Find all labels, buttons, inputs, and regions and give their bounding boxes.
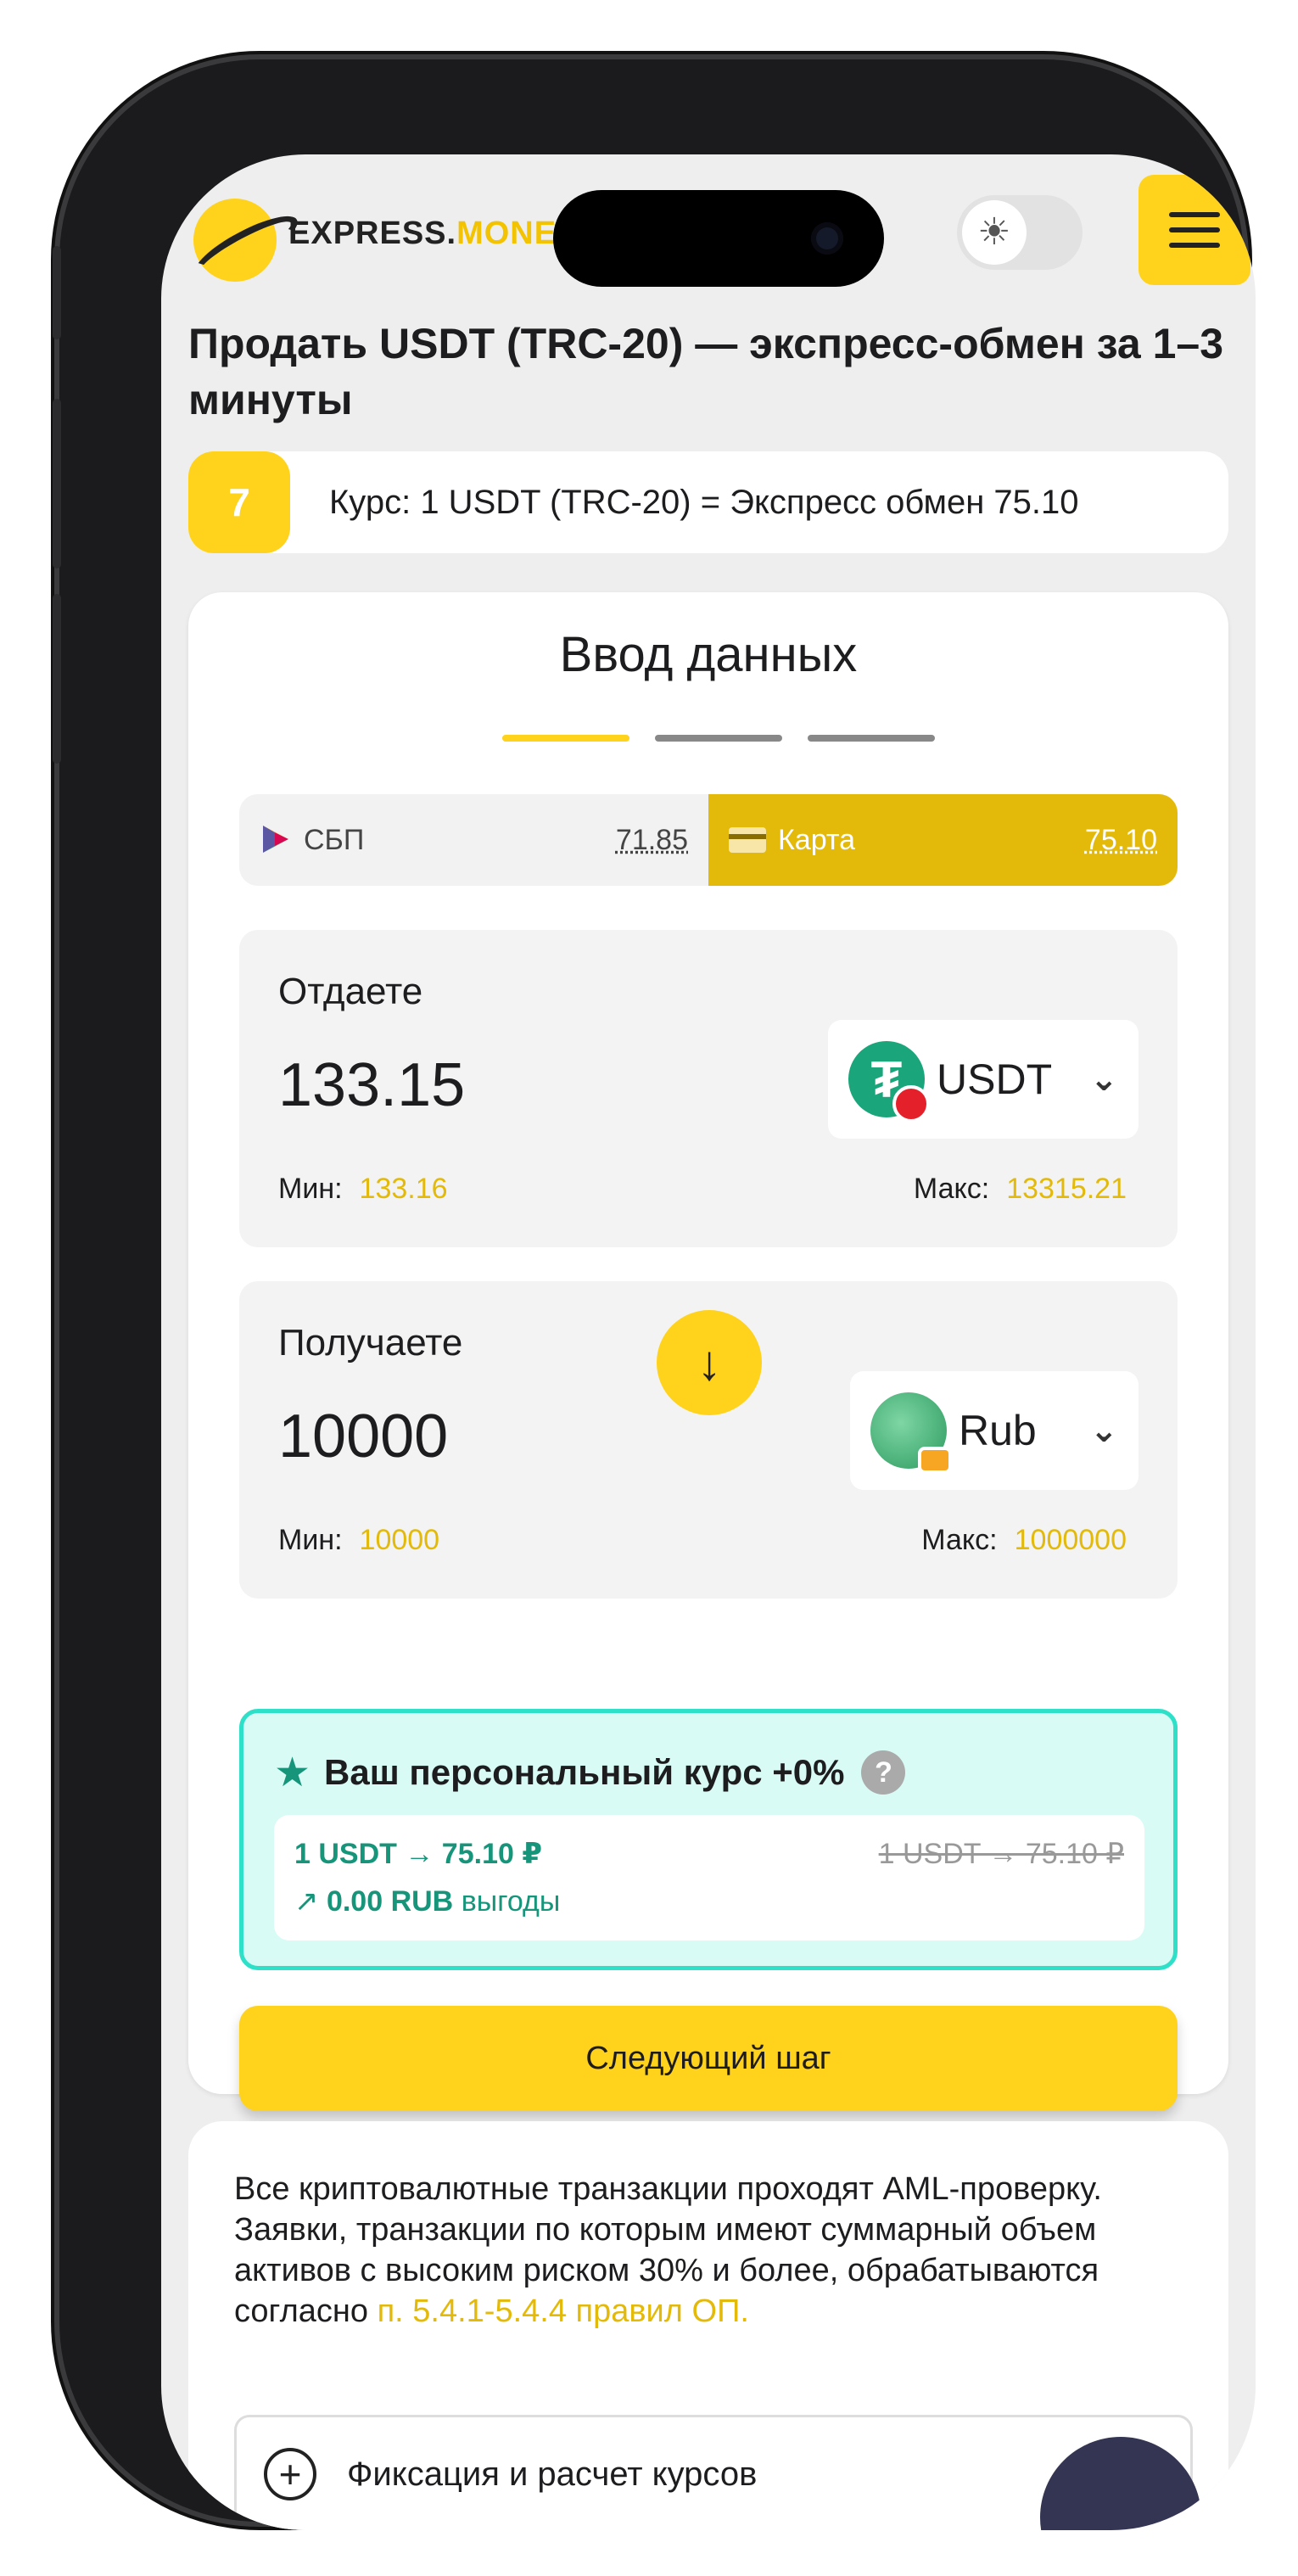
bank-card-icon xyxy=(729,827,766,853)
phone-frame: EXPRESS.MONE ☀ Продать USDT (TRC-20) — э… xyxy=(53,59,1256,2530)
tab-card-label: Карта xyxy=(778,823,855,856)
rate-bar: 7 Курс: 1 USDT (TRC-20) = Экспресс обмен… xyxy=(188,451,1228,553)
logo[interactable]: EXPRESS.MONE xyxy=(288,216,557,252)
personal-rate-title: Ваш персональный курс +0% xyxy=(324,1752,845,1792)
receive-max-value[interactable]: 1000000 xyxy=(1015,1524,1127,1557)
rate-text: Курс: 1 USDT (TRC-20) = Экспресс обмен 7… xyxy=(329,483,1079,521)
accordion-label: Фиксация и расчет курсов xyxy=(347,2455,758,2493)
volume-up-button xyxy=(53,399,61,568)
give-currency-name: USDT xyxy=(937,1056,1053,1103)
dynamic-island xyxy=(553,190,884,287)
chevron-down-icon: ⌄ xyxy=(1089,1061,1118,1098)
step-2-indicator xyxy=(655,735,782,742)
theme-toggle[interactable]: ☀ xyxy=(957,195,1083,270)
old-rate-value: 1 USDT → 75.10 ₽ xyxy=(878,1838,1124,1870)
personal-rate-header: ★ Ваш персональный курс +0% ? xyxy=(274,1749,906,1796)
plus-icon: + xyxy=(264,2448,316,2500)
profit-line: ↗ 0.00 RUB выгоды xyxy=(294,1884,560,1918)
chevron-down-icon: ⌄ xyxy=(1089,1412,1118,1449)
usdt-icon: ₮ xyxy=(848,1041,930,1123)
receive-amount-input[interactable]: 10000 xyxy=(278,1402,448,1471)
rub-rocket-icon xyxy=(870,1392,952,1474)
page-title: Продать USDT (TRC-20) — экспресс-обмен з… xyxy=(188,320,1224,423)
swap-arrow-button[interactable]: ↓ xyxy=(657,1310,762,1415)
profit-value: 0.00 RUB xyxy=(326,1885,454,1918)
hamburger-icon xyxy=(1169,212,1220,217)
camera-icon xyxy=(811,222,843,255)
receive-max-label: Макс: xyxy=(921,1524,998,1556)
receive-label: Получаете xyxy=(278,1322,463,1364)
logo-main-text: EXPRESS. xyxy=(288,216,457,251)
next-step-button[interactable]: Следующий шаг xyxy=(239,2006,1178,2111)
card-badge-icon xyxy=(918,1447,952,1474)
aml-info-text: Все криптовалютные транзакции проходят A… xyxy=(234,2169,1176,2332)
receive-currency-name: Rub xyxy=(959,1407,1037,1454)
give-currency-select[interactable]: ₮ USDT ⌄ xyxy=(828,1020,1139,1139)
receive-min-label: Мин: xyxy=(278,1524,343,1556)
sbp-icon xyxy=(263,826,288,853)
mute-switch xyxy=(53,246,61,339)
form-title: Ввод данных xyxy=(559,627,858,682)
logo-accent-text: MONE xyxy=(456,216,557,251)
give-limits: Мин: 133.16 Макс: 13315.21 xyxy=(278,1173,1127,1206)
give-max-label: Макс: xyxy=(913,1173,990,1205)
menu-button[interactable] xyxy=(1139,175,1250,285)
give-box: Отдаете 133.15 ₮ USDT ⌄ Мин: 133.16 Макс… xyxy=(239,930,1178,1247)
tab-card[interactable]: Карта 75.10 xyxy=(708,794,1178,886)
volume-down-button xyxy=(53,594,61,764)
step-3-indicator xyxy=(808,735,935,742)
receive-limits: Мин: 10000 Макс: 1000000 xyxy=(278,1524,1127,1557)
tron-badge-icon xyxy=(892,1085,930,1123)
sun-icon: ☀ xyxy=(962,200,1027,265)
personal-rate-box: ★ Ваш персональный курс +0% ? 1 USDT → 7… xyxy=(239,1709,1178,1970)
give-amount-input[interactable]: 133.15 xyxy=(278,1050,465,1120)
give-min-label: Мин: xyxy=(278,1173,343,1205)
receive-min-value[interactable]: 10000 xyxy=(360,1524,440,1557)
screen: EXPRESS.MONE ☀ Продать USDT (TRC-20) — э… xyxy=(161,154,1256,2530)
tab-card-rate: 75.10 xyxy=(1084,823,1157,856)
arrow-down-icon: ↓ xyxy=(697,1335,722,1391)
payment-method-tabs: СБП 71.85 Карта 75.10 xyxy=(239,794,1178,886)
exchange-form-card: Ввод данных СБП 71.85 Карта 75.10 Отдает… xyxy=(188,592,1228,2111)
rate-badge: 7 xyxy=(188,451,290,553)
step-1-indicator xyxy=(502,735,629,742)
trending-up-icon: ↗ xyxy=(294,1885,319,1918)
give-min-value[interactable]: 133.16 xyxy=(360,1173,448,1206)
personal-rate-details: 1 USDT → 75.10 ₽ 1 USDT → 75.10 ₽ ↗ 0.00… xyxy=(274,1815,1144,1940)
logo-icon[interactable] xyxy=(193,199,277,282)
tab-sbp[interactable]: СБП 71.85 xyxy=(239,794,708,886)
personal-rate-value: 1 USDT → 75.10 ₽ xyxy=(294,1838,542,1870)
help-icon[interactable]: ? xyxy=(861,1750,906,1795)
tab-sbp-rate: 71.85 xyxy=(615,823,688,856)
star-icon: ★ xyxy=(274,1750,311,1795)
tab-sbp-label: СБП xyxy=(304,823,365,856)
give-max-value[interactable]: 13315.21 xyxy=(1006,1173,1127,1206)
profit-suffix: выгоды xyxy=(461,1885,561,1918)
receive-currency-select[interactable]: Rub ⌄ xyxy=(850,1371,1139,1490)
give-label: Отдаете xyxy=(278,971,423,1012)
step-indicator xyxy=(502,735,935,742)
rules-link[interactable]: п. 5.4.1-5.4.4 правил ОП. xyxy=(378,2293,749,2329)
